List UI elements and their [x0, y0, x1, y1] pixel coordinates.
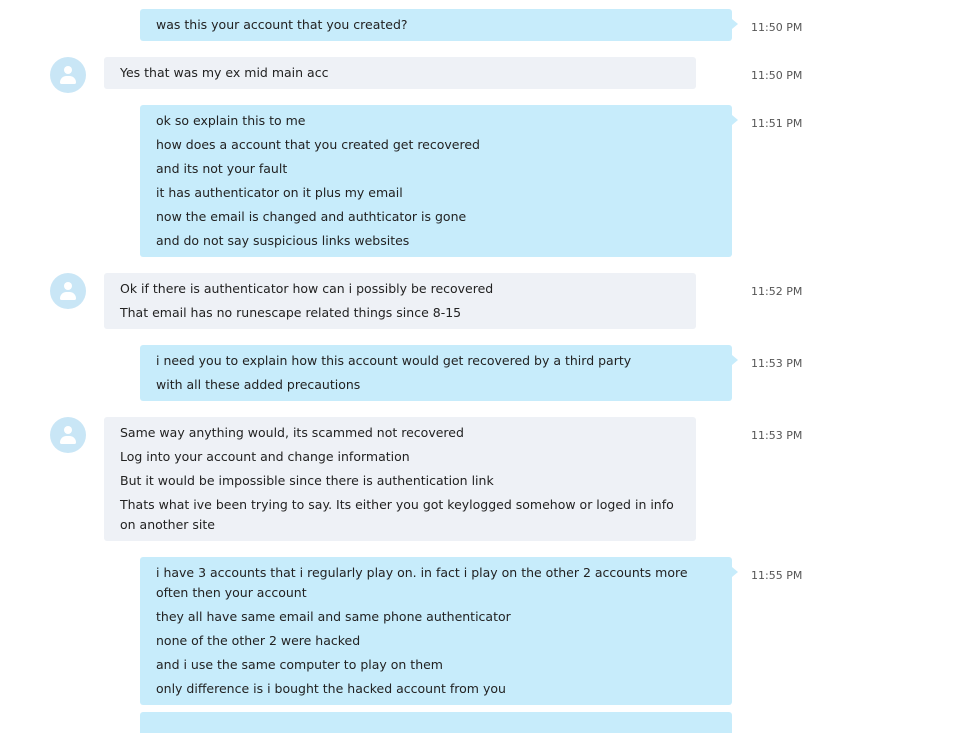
message-text: i have 3 accounts that i regularly play … [156, 565, 688, 600]
message-timestamp: 11:50 PM [751, 21, 803, 34]
message-text: and do not say suspicious links websites [156, 233, 410, 248]
message-timestamp: 11:53 PM [751, 357, 803, 370]
chat-conversation: was this your account that you created? … [0, 0, 955, 733]
message-bubble[interactable]: ok so explain this to me how does a acco… [140, 105, 738, 257]
message-text: none of the other 2 were hacked [156, 633, 361, 648]
message-text: Thats what ive been trying to say. Its e… [120, 497, 674, 532]
message-text: and its not your fault [156, 161, 288, 176]
message-text: ok so explain this to me [156, 113, 306, 128]
message-text: with all these added precautions [156, 377, 361, 392]
message-timestamp: 11:51 PM [751, 117, 803, 130]
user-avatar-icon[interactable] [50, 273, 86, 309]
message-bubble-partial[interactable] [140, 712, 732, 733]
message-text: That email has no runescape related thin… [120, 305, 462, 320]
message-bubble[interactable]: Ok if there is authenticator how can i p… [104, 273, 696, 329]
message-text: Same way anything would, its scammed not… [120, 425, 464, 440]
message-text: how does a account that you created get … [156, 137, 480, 152]
message-timestamp: 11:55 PM [751, 569, 803, 582]
message-text: Ok if there is authenticator how can i p… [120, 281, 494, 296]
message-bubble[interactable]: Yes that was my ex mid main acc [104, 57, 696, 89]
message-text: Log into your account and change informa… [120, 449, 410, 464]
message-bubble[interactable]: was this your account that you created? [140, 9, 738, 41]
message-timestamp: 11:53 PM [751, 429, 803, 442]
message-text: was this your account that you created? [156, 17, 408, 32]
message-text: now the email is changed and authticator… [156, 209, 467, 224]
message-bubble[interactable]: i have 3 accounts that i regularly play … [140, 557, 738, 705]
user-avatar-icon[interactable] [50, 417, 86, 453]
message-bubble[interactable]: i need you to explain how this account w… [140, 345, 738, 401]
message-text: i need you to explain how this account w… [156, 353, 632, 368]
user-avatar-icon[interactable] [50, 57, 86, 93]
message-text: only difference is i bought the hacked a… [156, 681, 506, 696]
message-text: it has authenticator on it plus my email [156, 185, 403, 200]
message-text: they all have same email and same phone … [156, 609, 511, 624]
message-text: But it would be impossible since there i… [120, 473, 494, 488]
message-text: and i use the same computer to play on t… [156, 657, 443, 672]
message-timestamp: 11:50 PM [751, 69, 803, 82]
message-text: Yes that was my ex mid main acc [120, 65, 329, 80]
message-bubble[interactable]: Same way anything would, its scammed not… [104, 417, 696, 541]
message-timestamp: 11:52 PM [751, 285, 803, 298]
